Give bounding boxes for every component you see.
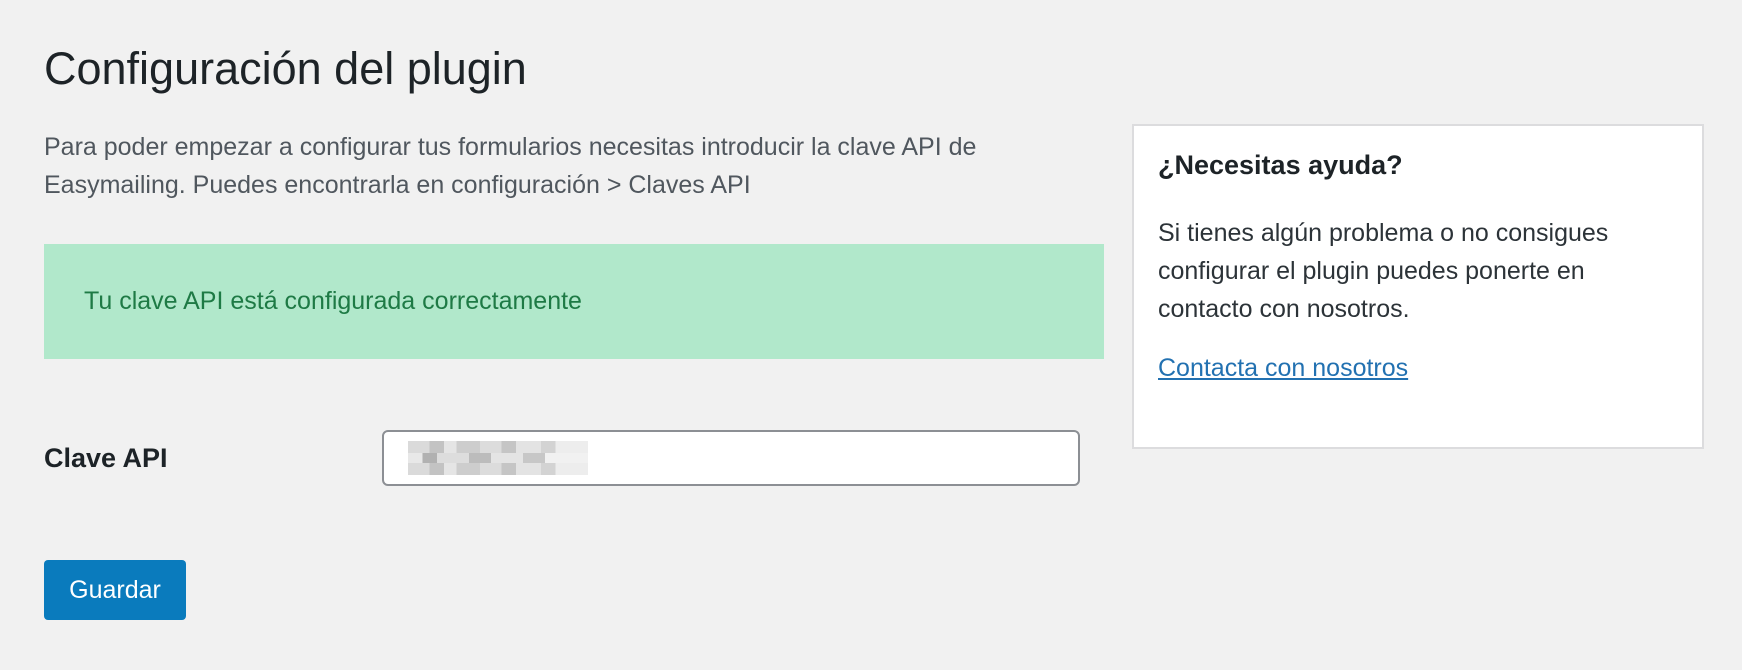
save-button[interactable]: Guardar [44, 560, 186, 620]
plugin-settings-page: Configuración del plugin Para poder empe… [44, 0, 1704, 670]
page-title: Configuración del plugin [44, 43, 527, 94]
api-key-label: Clave API [44, 443, 168, 473]
help-panel: ¿Necesitas ayuda? Si tienes algún proble… [1132, 124, 1704, 449]
success-notice: Tu clave API está configurada correctame… [44, 244, 1104, 359]
success-notice-text: Tu clave API está configurada correctame… [84, 287, 582, 315]
intro-text: Para poder empezar a configurar tus form… [44, 133, 977, 199]
api-key-input[interactable] [382, 430, 1080, 486]
help-title: ¿Necesitas ayuda? [1158, 150, 1403, 180]
help-text: Si tienes algún problema o no consigues … [1158, 219, 1609, 323]
contact-link[interactable]: Contacta con nosotros [1158, 354, 1408, 382]
